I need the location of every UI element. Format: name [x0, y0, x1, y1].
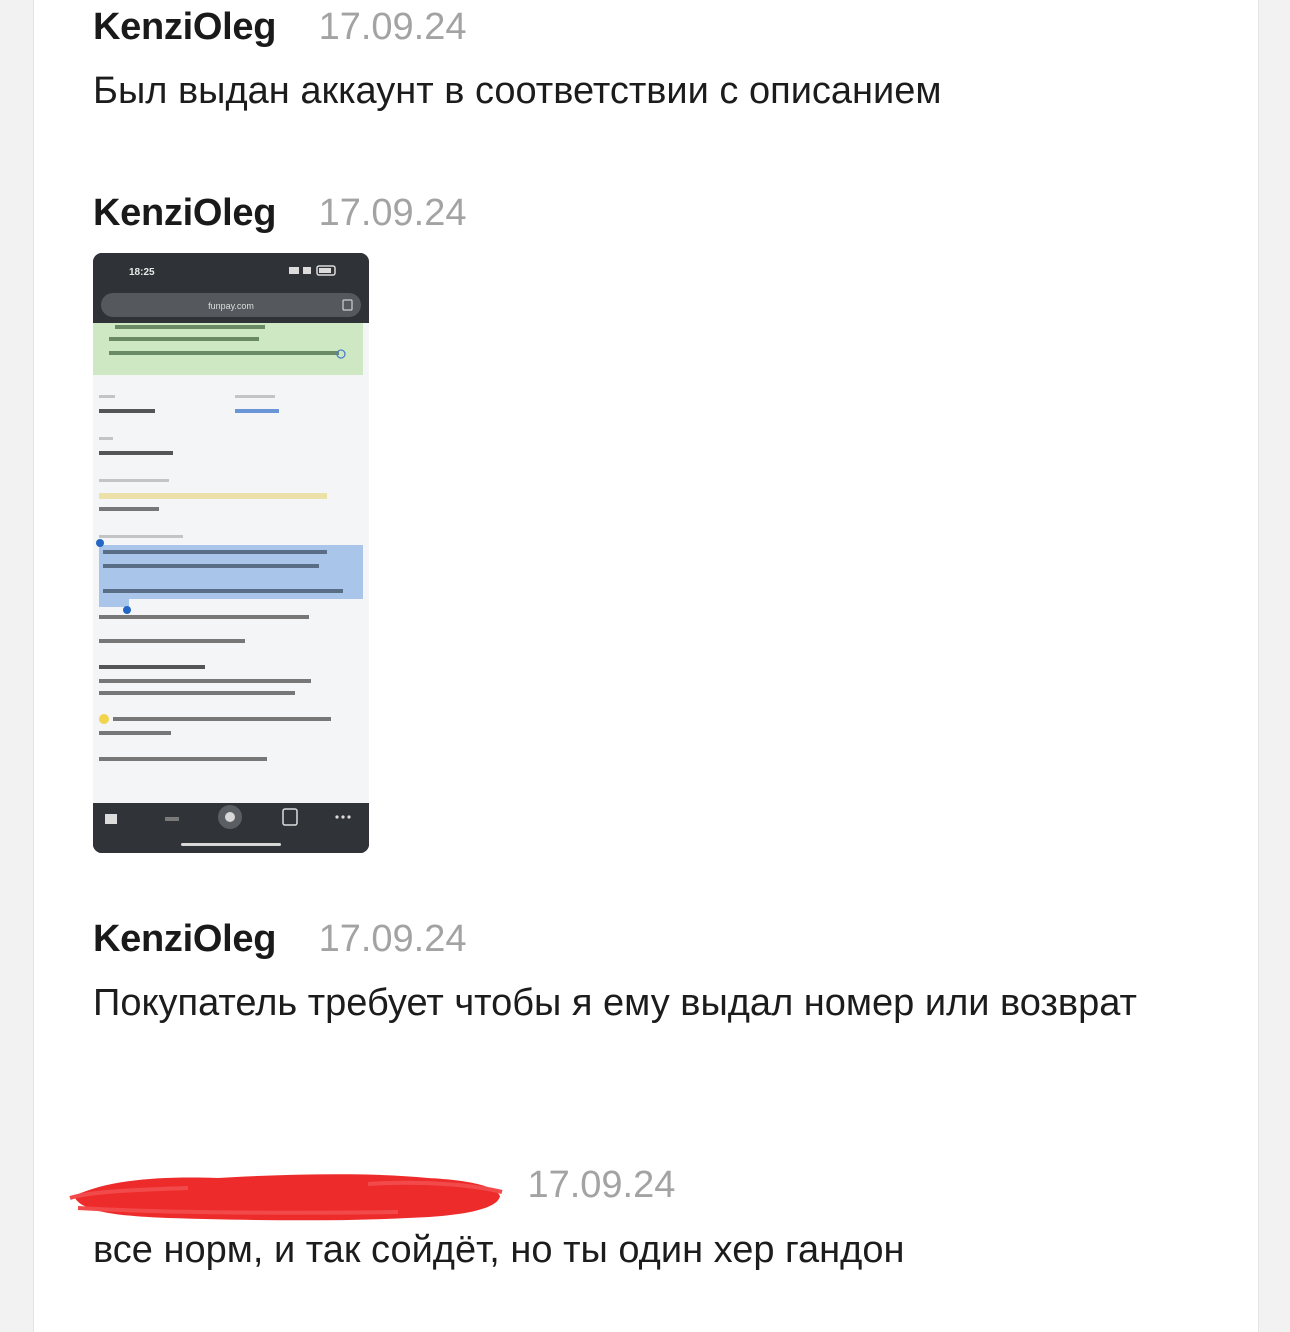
attachment-image[interactable]: 18:25 funpay.com [93, 253, 369, 853]
message-text: Был выдан аккаунт в соответствии с описа… [93, 70, 942, 112]
message-date: 17.09.24 [318, 918, 467, 960]
chat-message: KenziOleg 17.09.24 [93, 192, 466, 235]
url-text: funpay.com [208, 301, 254, 311]
redaction-scribble [69, 1174, 503, 1221]
status-time: 18:25 [129, 267, 155, 278]
chat-message: KenziOleg 17.09.24 Был выдан аккаунт в с… [93, 6, 1173, 121]
message-date: 17.09.24 [318, 6, 467, 48]
message-author[interactable]: KenziOleg [93, 918, 276, 961]
chat-message: KenziOleg 17.09.24 Покупатель требует чт… [93, 918, 1173, 1033]
message-date: 17.09.24 [527, 1164, 676, 1206]
message-author[interactable]: KenziOleg [93, 6, 276, 49]
message-date: 17.09.24 [318, 192, 467, 234]
message-text: все норм, и так сойдёт, но ты один хер г… [93, 1229, 905, 1271]
message-text: Покупатель требует чтобы я ему выдал ном… [93, 982, 1137, 1024]
message-author[interactable]: KenziOleg [93, 192, 276, 235]
attachment-screenshot: 18:25 funpay.com [93, 253, 369, 853]
